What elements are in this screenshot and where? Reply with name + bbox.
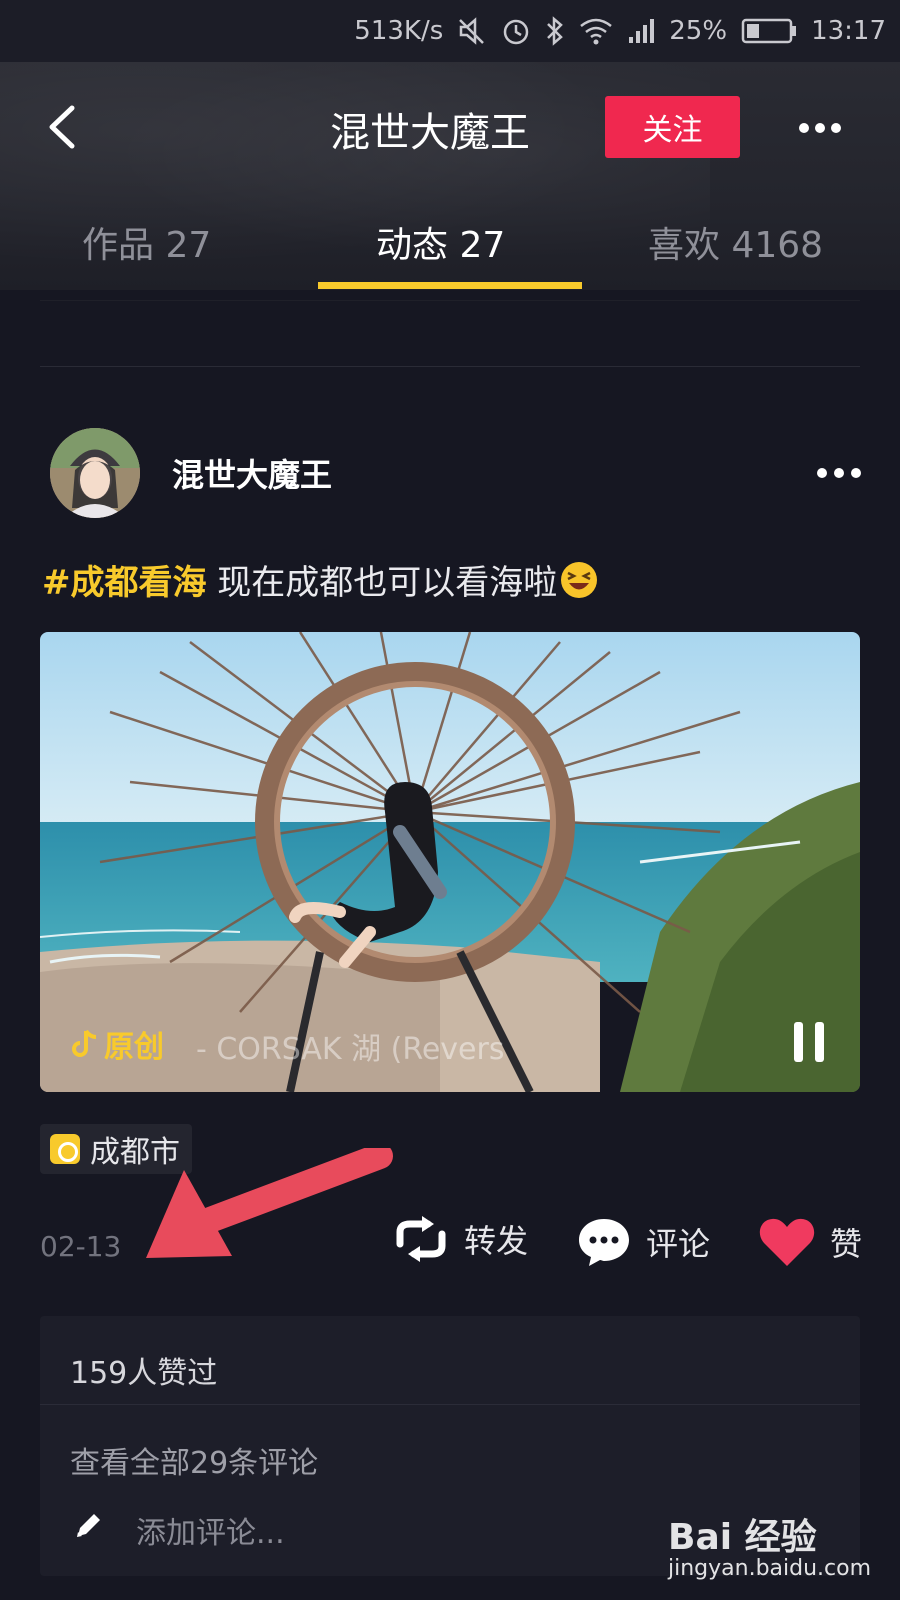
network-speed: 513K/s: [354, 16, 444, 46]
pause-icon[interactable]: [792, 1020, 826, 1064]
baidu-watermark: Bai 经验 jingyan.baidu.com: [668, 1508, 871, 1588]
share-repost-icon: [396, 1216, 446, 1262]
caption-text: 现在成都也可以看海啦: [206, 563, 558, 603]
post-author-name[interactable]: 混世大魔王: [172, 450, 332, 496]
post-caption: #成都看海 现在成都也可以看海啦: [42, 555, 599, 604]
hashtag-link[interactable]: #成都看海: [42, 563, 207, 603]
watermark-brand: Bai 经验: [668, 1517, 817, 1558]
likes-count[interactable]: 159人赞过: [70, 1348, 217, 1392]
music-note-icon: [72, 1029, 97, 1057]
tab-works[interactable]: 作品 27: [82, 216, 211, 268]
annotation-arrow-icon: [146, 1148, 393, 1258]
active-tab-indicator: [318, 282, 582, 289]
post-date: 02-13: [40, 1230, 122, 1263]
signal-icon: [629, 19, 655, 43]
pencil-icon: [77, 1514, 100, 1537]
more-options-icon[interactable]: [798, 118, 842, 138]
battery-percent: 25%: [669, 16, 728, 46]
battery-icon: [741, 18, 797, 44]
alarm-icon: [504, 19, 529, 45]
view-all-comments-link[interactable]: 查看全部29条评论: [70, 1438, 318, 1482]
wifi-icon: [580, 18, 613, 45]
music-original-tag[interactable]: 原创: [72, 1022, 164, 1066]
location-pin-icon: [50, 1134, 80, 1164]
comment-label: 评论: [646, 1225, 711, 1263]
comment-bubble-icon: [579, 1219, 629, 1266]
status-bar: 513K/s 25% 13:17: [0, 0, 900, 62]
mute-icon: [459, 17, 485, 45]
divider: [40, 366, 860, 367]
heart-icon: [759, 1218, 815, 1266]
like-label: 赞: [830, 1225, 863, 1263]
tab-likes[interactable]: 喜欢 4168: [648, 216, 823, 268]
share-button[interactable]: 转发: [392, 1216, 528, 1262]
clock: 13:17: [811, 16, 886, 46]
comment-button[interactable]: 评论: [576, 1216, 710, 1268]
divider: [40, 300, 860, 301]
divider: [40, 1404, 860, 1405]
avatar[interactable]: [50, 428, 140, 518]
music-label: 原创: [104, 1030, 164, 1065]
laughing-emoji-icon: [561, 562, 598, 598]
watermark-url: jingyan.baidu.com: [668, 1556, 872, 1581]
add-comment-input[interactable]: 添加评论...: [136, 1508, 285, 1552]
profile-header: 混世大魔王 关注 作品 27 动态 27 喜欢 4168: [0, 62, 900, 290]
profile-tabs: 作品 27 动态 27 喜欢 4168: [0, 210, 900, 290]
post-more-icon[interactable]: [815, 464, 863, 482]
like-button[interactable]: 赞: [758, 1216, 862, 1268]
music-track-name: - CORSAK 湖 (Revers: [196, 1032, 505, 1067]
follow-button[interactable]: 关注: [605, 96, 740, 158]
tab-updates[interactable]: 动态 27: [376, 216, 505, 268]
bluetooth-icon: [547, 16, 564, 46]
share-label: 转发: [464, 1222, 529, 1260]
avatar-image: [50, 428, 140, 518]
